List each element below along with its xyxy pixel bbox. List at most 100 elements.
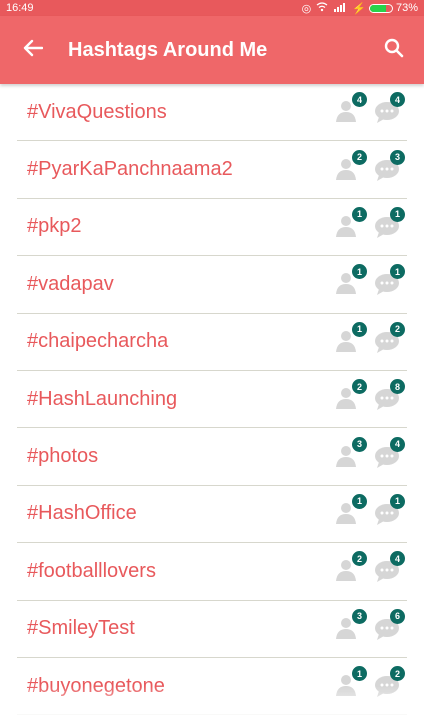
- person-icon: [335, 617, 361, 643]
- users-badge: 4: [352, 92, 367, 108]
- posts-badge: 1: [390, 264, 405, 280]
- users-badge: 2: [352, 149, 367, 165]
- list-item[interactable]: #vadapav 1 1: [17, 256, 407, 314]
- person-icon: [335, 675, 361, 700]
- users-count: 1: [335, 666, 367, 700]
- person-icon: [335, 158, 361, 184]
- hashtag-label: #photos: [27, 445, 99, 468]
- search-button[interactable]: [380, 36, 408, 64]
- users-count: 3: [335, 608, 367, 643]
- list-item[interactable]: #footballlovers 2 4: [17, 543, 407, 601]
- users-badge: 1: [352, 666, 367, 682]
- chat-bubble-icon: [373, 102, 401, 128]
- person-icon: [335, 330, 361, 356]
- page-title: Hashtags Around Me: [68, 38, 268, 61]
- hashtag-stats: 28: [335, 379, 405, 411]
- wifi-icon: [316, 1, 328, 15]
- users-badge: 1: [352, 493, 367, 509]
- users-count: 1: [335, 321, 367, 356]
- chat-bubble-icon: [373, 676, 401, 702]
- signal-icon: [333, 2, 347, 15]
- posts-badge: 2: [390, 666, 405, 682]
- chat-bubble-icon: [373, 331, 401, 358]
- posts-badge: 3: [390, 149, 405, 165]
- posts-count: 1: [373, 206, 405, 239]
- posts-badge: 1: [390, 206, 405, 222]
- person-icon: [335, 215, 361, 241]
- list-item[interactable]: #PyarKaPanchnaama2 2 3: [17, 141, 407, 199]
- posts-count: 2: [373, 666, 405, 698]
- battery-level-fill: [369, 4, 387, 12]
- posts-badge: 1: [390, 493, 405, 509]
- charging-icon: ⚡: [352, 2, 366, 15]
- person-icon: [335, 445, 361, 471]
- hashtag-label: #pkp2: [27, 215, 82, 238]
- hashtag-stats: 34: [335, 436, 405, 471]
- list-item[interactable]: #buyonegetone 1 2: [17, 658, 407, 716]
- person-icon: [335, 502, 361, 528]
- posts-count: 2: [373, 321, 405, 354]
- posts-badge: 8: [390, 379, 405, 395]
- posts-count: 4: [373, 436, 405, 469]
- hashtag-label: #chaipecharcha: [27, 330, 169, 353]
- list-item[interactable]: #pkp2 1 1: [17, 199, 407, 257]
- users-badge: 2: [352, 379, 367, 395]
- users-badge: 3: [352, 436, 367, 452]
- hashtag-label: #SmileyTest: [27, 617, 135, 640]
- chat-bubble-icon: [373, 389, 401, 415]
- posts-count: 1: [373, 493, 405, 526]
- list-item[interactable]: #HashLaunching 2 8: [17, 371, 407, 429]
- list-item[interactable]: #SmileyTest 3 6: [17, 601, 407, 658]
- hashtag-label: #footballlovers: [27, 559, 156, 582]
- list-item[interactable]: #HashOffice 1 1: [17, 486, 407, 544]
- list-item[interactable]: #chaipecharcha 1 2: [17, 314, 407, 371]
- users-count: 1: [335, 264, 367, 298]
- users-badge: 1: [352, 206, 367, 222]
- posts-badge: 4: [390, 436, 405, 452]
- posts-count: 6: [373, 608, 405, 641]
- hashtag-stats: 36: [335, 608, 405, 643]
- users-count: 3: [335, 436, 367, 471]
- posts-badge: 6: [390, 608, 405, 624]
- users-badge: 1: [352, 264, 367, 280]
- person-icon: [335, 273, 361, 298]
- search-icon: [384, 38, 404, 63]
- users-count: 1: [335, 206, 367, 241]
- hashtag-stats: 11: [335, 264, 405, 298]
- hashtag-stats: 11: [335, 206, 405, 241]
- posts-count: 4: [373, 92, 405, 124]
- person-icon: [335, 560, 361, 585]
- hashtag-list: #VivaQuestions 4 4 #PyarKaPanchnaama2 2 3 #pkp…: [0, 84, 424, 716]
- chat-bubble-icon: [373, 503, 401, 530]
- chat-bubble-icon: [373, 159, 401, 186]
- status-time: 16:49: [6, 2, 34, 14]
- users-count: 4: [335, 92, 367, 124]
- users-badge: 3: [352, 608, 367, 624]
- users-count: 1: [335, 493, 367, 528]
- posts-badge: 4: [390, 551, 405, 567]
- chat-bubble-icon: [373, 216, 401, 243]
- battery: ⚡ 73%: [352, 2, 418, 15]
- app-bar: Hashtags Around Me: [0, 16, 424, 84]
- chat-bubble-icon: [373, 446, 401, 473]
- chat-bubble-icon: [373, 274, 401, 300]
- list-item[interactable]: #VivaQuestions 4 4: [17, 84, 407, 142]
- status-bar: 16:49 ◎ ⚡ 73%: [0, 0, 424, 16]
- users-count: 2: [335, 149, 367, 184]
- list-item[interactable]: #photos 3 4: [17, 428, 407, 486]
- posts-count: 1: [373, 264, 405, 296]
- posts-count: 8: [373, 379, 405, 411]
- hashtag-stats: 11: [335, 493, 405, 528]
- hashtag-label: #buyonegetone: [27, 674, 165, 697]
- hashtag-label: #PyarKaPanchnaama2: [27, 158, 233, 181]
- hashtag-stats: 12: [335, 321, 405, 356]
- back-button[interactable]: [20, 37, 46, 63]
- users-count: 2: [335, 551, 367, 585]
- hashtag-stats: 23: [335, 149, 405, 184]
- hashtag-label: #vadapav: [27, 272, 114, 295]
- hashtag-stats: 44: [335, 92, 405, 124]
- hashtag-stats: 12: [335, 666, 405, 700]
- hashtag-label: #HashLaunching: [27, 387, 178, 410]
- target-icon: ◎: [301, 2, 312, 15]
- users-badge: 1: [352, 321, 367, 337]
